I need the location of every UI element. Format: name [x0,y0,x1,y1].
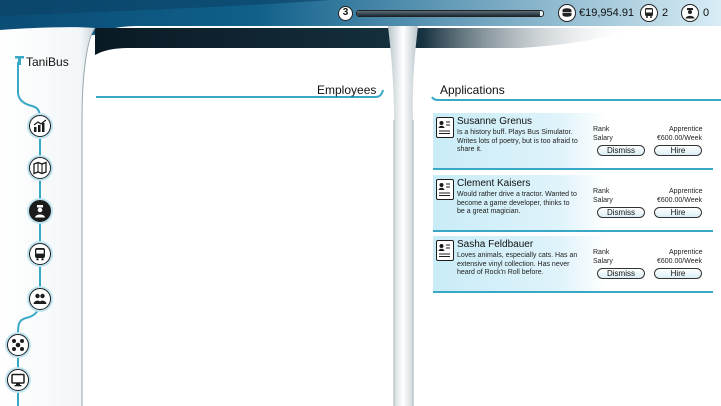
resume-icon [436,117,454,138]
card-divider [433,291,713,293]
money-icon [558,4,576,22]
nav-statistics-button[interactable] [29,115,51,137]
hire-button[interactable]: Hire [654,268,702,279]
tanibus-logo-icon [15,56,24,65]
salary-label: Salary [593,197,613,204]
salary-label: Salary [593,135,613,142]
hire-button[interactable]: Hire [654,145,702,156]
bus-icon [35,248,45,261]
rank-label: Rank [593,249,610,256]
game-screen: 3 €19,954.91 2 0 TaniBus Employees Appli… [0,0,721,406]
rank-label: Rank [593,126,610,133]
applicant-name: Sasha Feldbauer [457,239,534,250]
salary-value: €600.00/Week [657,135,703,142]
dismiss-button[interactable]: Dismiss [597,145,645,156]
rank-value: Apprentice [669,249,703,256]
application-card: Sasha Feldbauer Loves animals, especiall… [433,236,713,293]
money-value: €19,954.91 [579,7,635,19]
resume-icon [436,240,454,261]
application-card: Susanne Grenus Is a history buff. Plays … [433,113,713,170]
company-name: TaniBus [26,55,69,69]
nav-buses-button[interactable] [29,243,51,265]
nav-computer-button[interactable] [7,369,29,391]
card-divider [433,168,713,170]
applicant-bio: Loves animals, especially cats. Has an e… [457,252,578,276]
applicant-bio: Would rather drive a tractor. Wanted to … [457,191,577,215]
applicant-bio: Is a history buff. Plays Bus Simulator. … [457,129,578,153]
nav-passengers-button[interactable] [29,288,51,310]
bus-count-value: 2 [662,7,669,19]
card-divider [433,230,713,232]
map-icon [33,161,47,175]
hire-button[interactable]: Hire [654,207,702,218]
salary-label: Salary [593,258,613,265]
application-card: Clement Kaisers Would rather drive a tra… [433,175,713,232]
driver-icon [35,205,45,218]
people-icon [33,293,47,304]
level-badge: 3 [338,6,353,21]
bus-count-icon [640,4,658,22]
staff-count-value: 0 [703,7,710,19]
applicant-name: Susanne Grenus [457,116,533,127]
salary-value: €600.00/Week [657,197,703,204]
nav-employees-button[interactable] [29,200,51,222]
xp-progress-bar [356,10,544,17]
employees-title: Employees [317,83,377,97]
applicant-name: Clement Kaisers [457,178,531,189]
staff-count-icon [681,4,699,22]
rank-value: Apprentice [669,188,703,195]
applications-title: Applications [440,83,505,97]
chart-icon [33,119,47,132]
xp-progress-fill [357,11,541,16]
nav-network-button[interactable] [7,334,29,356]
salary-value: €600.00/Week [657,258,703,265]
resume-icon [436,179,454,200]
rank-label: Rank [593,188,610,195]
monitor-icon [11,373,25,387]
dismiss-button[interactable]: Dismiss [597,268,645,279]
rank-value: Apprentice [669,126,703,133]
nav-map-button[interactable] [29,157,51,179]
network-icon [12,339,24,351]
dismiss-button[interactable]: Dismiss [597,207,645,218]
